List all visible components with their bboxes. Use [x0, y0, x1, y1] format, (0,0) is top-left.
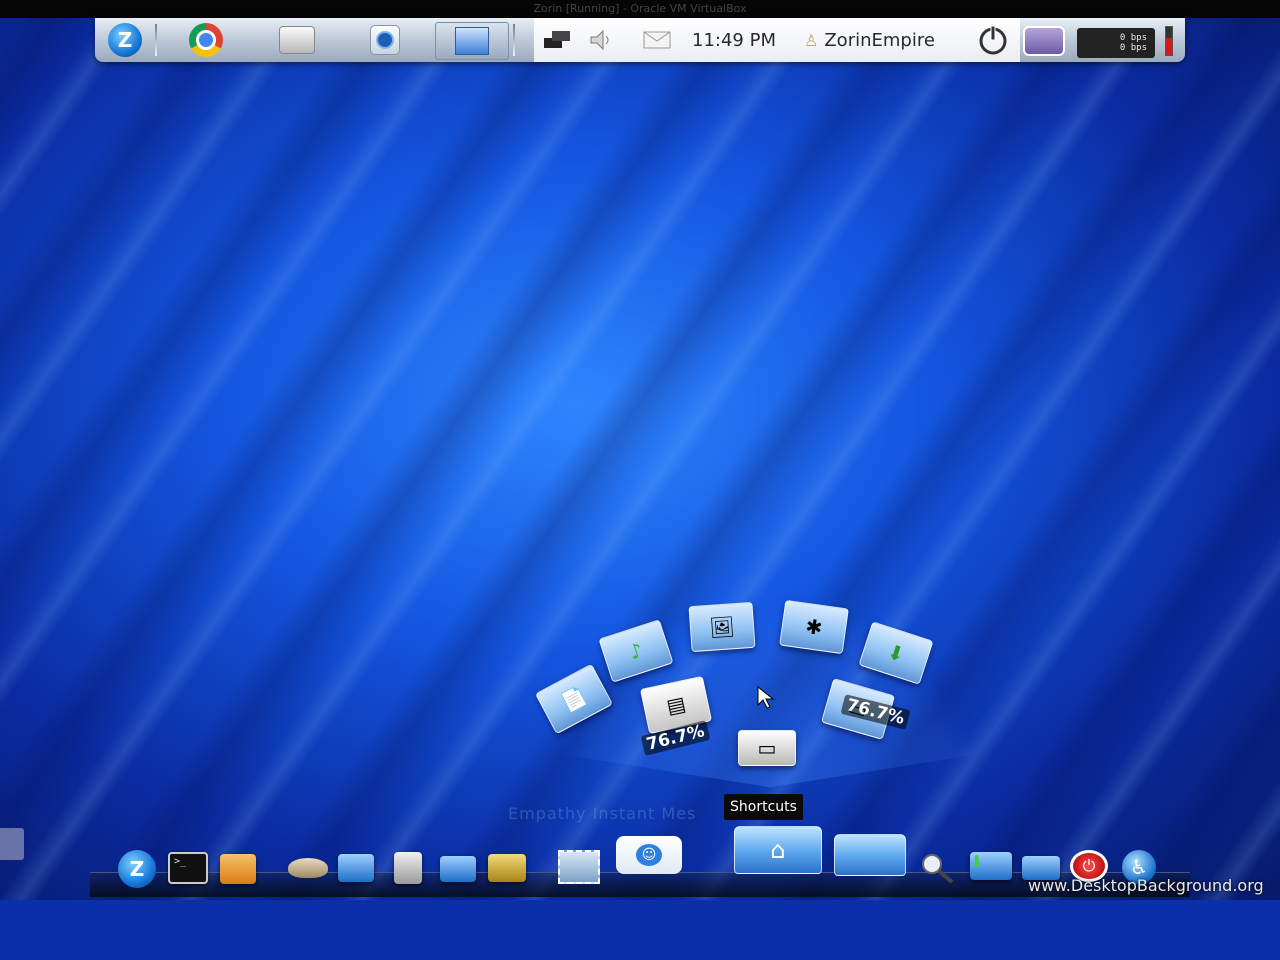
dock-photo-viewer[interactable] [488, 854, 526, 882]
shortcuts-tooltip: Shortcuts [724, 794, 803, 820]
download-arrow-icon: ⬇ [884, 638, 908, 668]
photo-viewer-icon [488, 854, 526, 882]
network-icon [544, 31, 570, 48]
hard-drive-icon: ▤ [664, 691, 688, 719]
user-icon: ♙ [804, 30, 819, 50]
search-icon [922, 854, 954, 884]
stack-arc-background [520, 600, 1020, 788]
chrome-icon [189, 23, 223, 57]
system-monitor-icon [338, 854, 374, 882]
shutdown-menu-button[interactable] [976, 18, 1010, 62]
panel-separator [155, 24, 157, 56]
picture-icon: 🖼 [708, 614, 736, 640]
net-up-label: 0 bps [1119, 43, 1147, 53]
dock-documents-stack[interactable] [834, 834, 906, 876]
dock-empathy-chat[interactable]: ☺ [616, 836, 682, 874]
zorin-logo-icon: Z [108, 23, 142, 57]
dock-terminal[interactable]: >_ [168, 852, 208, 884]
stamp-icon [558, 850, 600, 884]
archive-icon [220, 854, 256, 884]
username-label: ZorinEmpire [824, 29, 935, 51]
home-folder-icon: ⌂ [734, 826, 822, 874]
left-edge-widget[interactable] [0, 828, 24, 860]
messaging-indicator[interactable] [642, 18, 674, 62]
watermark: www.DesktopBackground.org [1028, 876, 1264, 895]
system-monitor-icon[interactable] [1023, 26, 1065, 56]
software-center-icon [370, 25, 400, 55]
clock[interactable]: 11:49 PM [692, 18, 776, 62]
speaker-icon [590, 29, 609, 51]
documents-folder-icon [834, 834, 906, 876]
dock-system-monitor[interactable] [338, 854, 374, 882]
dock-search[interactable] [918, 850, 958, 884]
network-indicator[interactable] [542, 18, 574, 62]
envelope-icon [643, 31, 671, 49]
net-down-label: 0 bps [1119, 33, 1147, 43]
system-tray: 11:49 PM ♙ ZorinEmpire [534, 18, 1020, 62]
top-panel: Z 11:49 PM ♙ ZorinEmpire 0 bps 0 bps [95, 18, 1185, 62]
zorin-menu-button[interactable]: Z [103, 22, 147, 58]
dock-zorin-menu[interactable]: Z [118, 850, 156, 888]
workspace-switcher-button[interactable] [435, 22, 509, 60]
gimp-icon [288, 858, 328, 878]
zorin-logo-icon: Z [118, 850, 156, 888]
power-icon [979, 25, 1007, 55]
network-globe-icon: ✱ [804, 613, 824, 641]
panel-separator [513, 24, 515, 56]
dock-downloads-folder[interactable]: ⬇ [970, 852, 1012, 880]
calculator-icon [394, 852, 422, 884]
optical-drive-icon: ▭ [757, 736, 777, 760]
terminal-icon: >_ [168, 852, 208, 884]
volume-indicator[interactable] [588, 18, 616, 62]
pictures-folder[interactable]: 🖼 [688, 601, 756, 653]
mouse-cursor-icon [757, 686, 775, 709]
network-speed-monitor: 0 bps 0 bps [1077, 28, 1155, 58]
vm-window-title: Zorin [Running] - Oracle VM VirtualBox [0, 0, 1280, 18]
folder-icon [440, 856, 476, 882]
empathy-ghost-label: Empathy Instant Mes [508, 804, 697, 823]
chat-bubble-icon: ☺ [616, 836, 682, 874]
cpu-load-bar [1165, 26, 1173, 56]
dock-home-folder[interactable]: ⌂ [734, 826, 822, 874]
document-icon: 📄 [557, 682, 591, 716]
chrome-launcher[interactable] [184, 22, 228, 58]
software-center-launcher[interactable] [363, 22, 407, 58]
dock-stamp-app[interactable] [558, 850, 600, 884]
music-note-icon: ♪ [626, 637, 646, 665]
drive-icon [279, 26, 315, 54]
optical-drive[interactable]: ▭ [738, 730, 796, 766]
user-menu[interactable]: ♙ ZorinEmpire [804, 18, 935, 62]
file-manager-launcher[interactable] [275, 22, 319, 58]
network-folder[interactable]: ✱ [779, 599, 849, 655]
downloads-folder-icon: ⬇ [970, 852, 1012, 880]
workspace-switcher-icon [455, 27, 489, 55]
dock-file-folder[interactable] [440, 856, 476, 882]
dock-calculator[interactable] [394, 852, 422, 884]
dock-archive-manager[interactable] [220, 854, 256, 884]
dock-gimp[interactable] [288, 858, 328, 878]
